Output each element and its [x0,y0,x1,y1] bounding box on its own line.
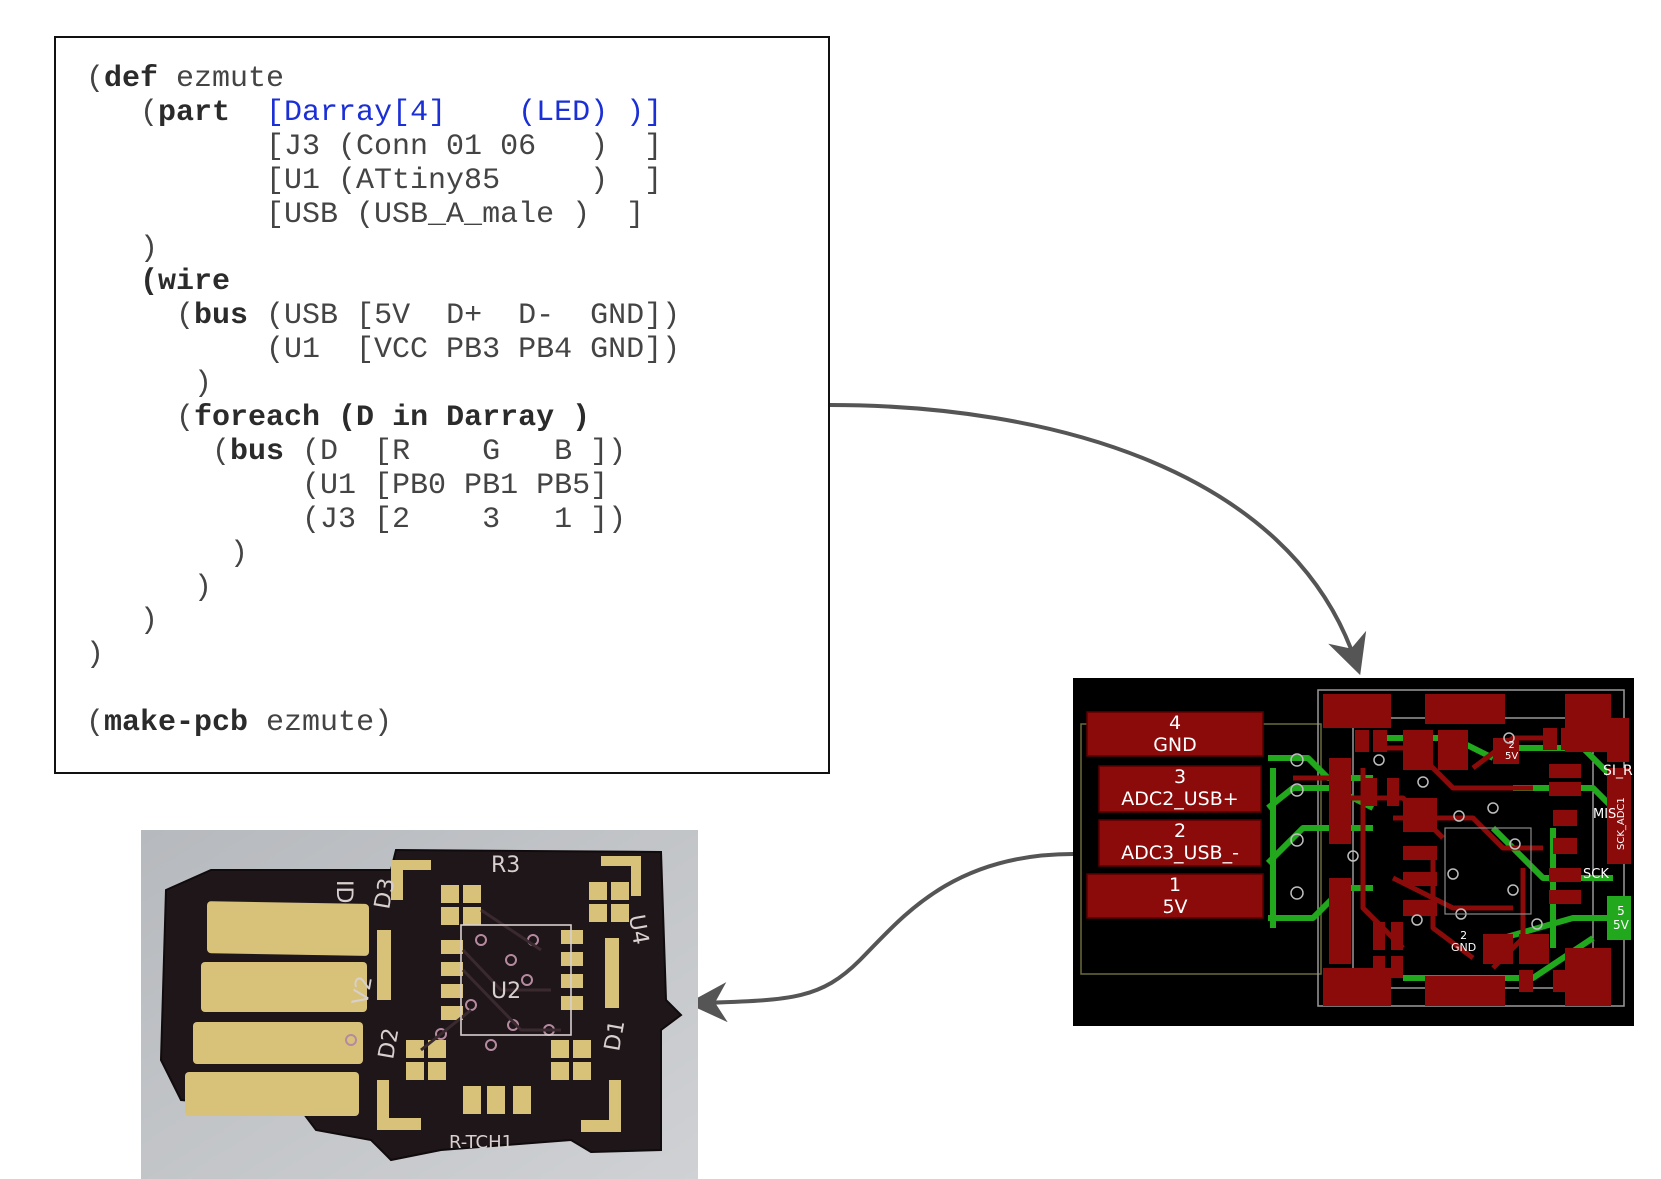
fabricated-board-photo: ID D3 R3 U4 U2 V2 D2 D1 R-TCH1 [141,830,698,1179]
edge-label-si-r: SI_R [1603,763,1633,779]
silk-r3: R3 [491,853,520,878]
arrow-code-to-pcb [829,403,1367,676]
edge-label-sck: SCK [1583,867,1609,882]
edge-label-sck-adc1: SCK_ADC1 [1616,797,1627,850]
component-label-5v: 2 5V [1505,740,1519,762]
component-label-gnd-bottom: 2 GND [1451,929,1477,954]
board-illustration: ID D3 R3 U4 U2 V2 D2 D1 R-TCH1 [141,830,698,1179]
edge-label-pin5: 5 5V [1613,904,1629,932]
silk-v2: V2 [348,974,378,1007]
arrow-pcb-to-board [687,852,1074,1023]
pcb-layout: 4 GND 3 ADC2_USB+ 2 ADC3_USB_- 1 5V SI_R MIS… [1073,678,1634,1026]
silk-u2: U2 [491,979,521,1004]
usb-pad-1-label: 1 5V [1162,874,1188,918]
silk-d3: D3 [370,876,400,911]
silk-u4: U4 [623,913,653,947]
silk-d1: D1 [600,1018,630,1053]
usb-pad-4-label: 4 GND [1153,712,1197,756]
silk-id: ID [331,880,356,903]
silk-rtch1: R-TCH1 [449,1132,513,1153]
usb-pad-2-label: 2 ADC3_USB_- [1121,820,1239,864]
usb-pad-3-label: 3 ADC2_USB+ [1121,766,1239,810]
silk-d2: D2 [374,1026,404,1061]
